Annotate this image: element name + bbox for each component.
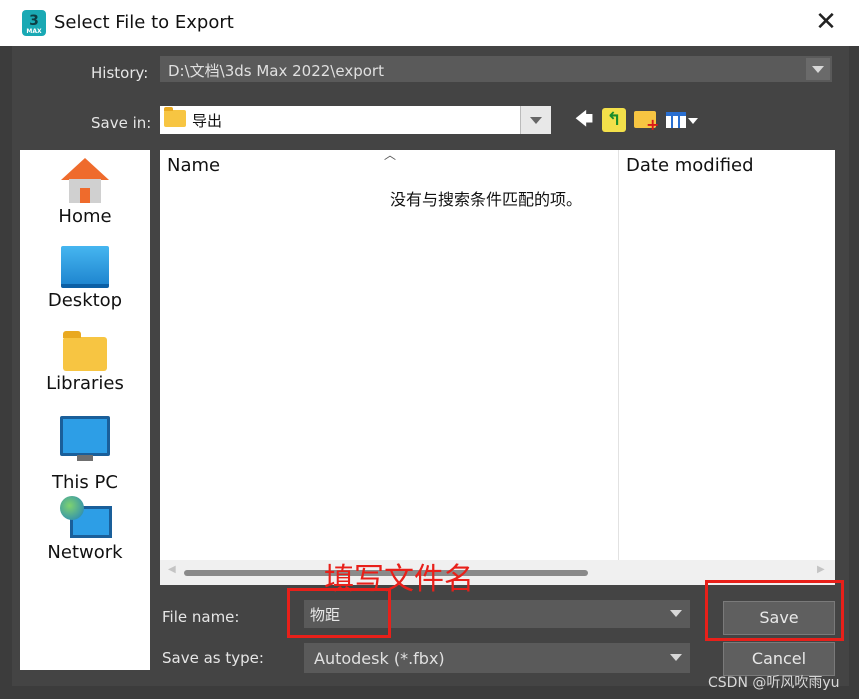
column-divider — [618, 150, 619, 560]
folder-icon — [164, 107, 186, 127]
place-label: Desktop — [47, 290, 123, 311]
place-label: Home — [58, 206, 112, 227]
chevron-down-icon — [670, 610, 682, 617]
place-network[interactable]: Network — [20, 496, 150, 563]
file-name-dropdown[interactable] — [670, 610, 682, 617]
file-list[interactable] — [160, 150, 835, 585]
place-home[interactable]: Home — [20, 158, 150, 227]
libraries-folder-icon — [63, 331, 107, 371]
cancel-button[interactable]: Cancel — [723, 642, 835, 676]
save-in-label: Save in: — [91, 114, 152, 132]
history-dropdown-button[interactable] — [806, 58, 830, 80]
place-this-pc[interactable]: This PC — [20, 416, 150, 493]
save-as-type-value: Autodesk (*.fbx) — [314, 649, 445, 668]
scroll-right-icon[interactable]: ▶ — [817, 564, 825, 575]
annotation-text: 填写文件名 — [324, 562, 474, 597]
view-menu-icon[interactable] — [666, 108, 698, 132]
place-label: Network — [47, 542, 123, 563]
new-folder-icon[interactable]: + — [634, 108, 659, 133]
history-value: D:\文档\3ds Max 2022\export — [168, 62, 384, 80]
column-header-date-modified[interactable]: Date modified — [626, 155, 754, 176]
save-in-dropdown-button[interactable] — [520, 106, 551, 134]
up-folder-icon[interactable]: ↰ — [602, 108, 626, 132]
computer-icon — [60, 416, 110, 461]
back-arrow-icon[interactable]: 🡄 — [572, 108, 596, 132]
scroll-left-icon[interactable]: ◀ — [168, 564, 176, 575]
home-icon — [61, 158, 109, 204]
place-label: Libraries — [46, 373, 124, 394]
places-bar: Home Desktop Libraries This PC Network — [20, 150, 150, 670]
save-in-value: 导出 — [192, 112, 223, 130]
history-label: History: — [91, 64, 149, 82]
watermark: CSDN @听风吹雨yu — [708, 675, 840, 691]
place-label: This PC — [52, 472, 118, 493]
chevron-down-icon — [670, 654, 682, 661]
3dsmax-app-icon: 3 MAX — [22, 10, 46, 36]
desktop-icon — [61, 246, 109, 288]
file-name-label: File name: — [162, 608, 240, 626]
annotation-box-save — [705, 580, 844, 641]
place-libraries[interactable]: Libraries — [20, 331, 150, 394]
sort-ascending-icon: ︿ — [384, 148, 397, 162]
chevron-down-icon — [812, 66, 824, 73]
save-as-type-dropdown[interactable] — [670, 654, 682, 661]
empty-list-message: 没有与搜索条件匹配的项。 — [390, 190, 583, 209]
close-icon[interactable]: ✕ — [812, 8, 840, 36]
save-as-type-label: Save as type: — [162, 649, 264, 667]
column-header-name[interactable]: Name — [167, 155, 220, 176]
window-title: Select File to Export — [54, 12, 234, 33]
place-desktop[interactable]: Desktop — [20, 246, 150, 311]
chevron-down-icon — [530, 117, 542, 124]
network-icon — [60, 496, 112, 540]
